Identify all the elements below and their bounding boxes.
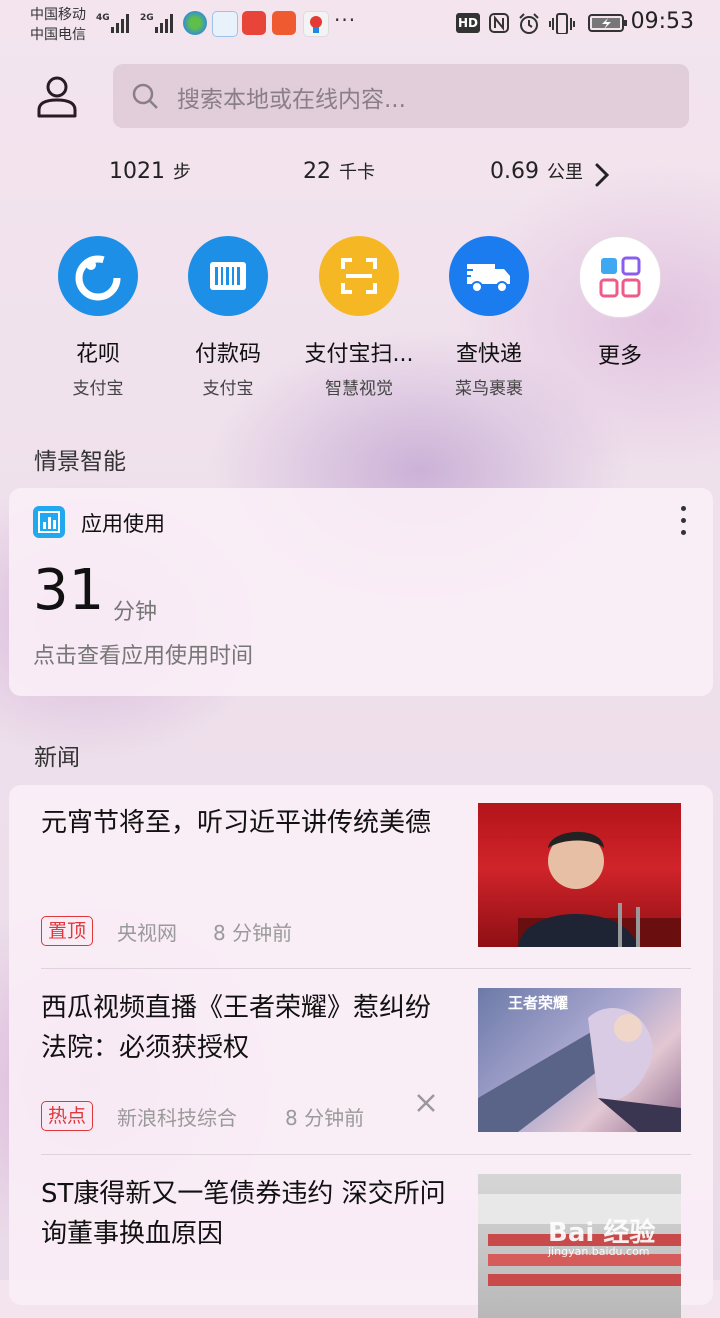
distance-unit: 公里 — [546, 162, 583, 183]
network-4g-label: 4G — [96, 13, 110, 23]
shortcut-title: 支付宝扫... — [304, 342, 414, 367]
steps-value: 1021 — [109, 159, 165, 184]
user-profile-icon[interactable] — [34, 74, 80, 120]
shortcut-subtitle: 菜鸟裹裹 — [455, 379, 523, 399]
app-notification-icon — [212, 11, 238, 37]
divider — [41, 1154, 691, 1155]
news-item[interactable]: 西瓜视频直播《王者荣耀》惹纠纷 法院：必须获授权 热点 新浪科技综合 8 分钟前… — [41, 970, 691, 1132]
news-item[interactable]: 元宵节将至，听习近平讲传统美德 置顶 央视网 8 分钟前 — [41, 785, 691, 947]
calories-stat: 22 千卡 — [303, 158, 375, 184]
huabei-icon — [58, 236, 138, 316]
signal-bars-icon — [111, 13, 133, 33]
news-source: 央视网 — [117, 921, 177, 945]
calories-unit: 千卡 — [339, 162, 375, 183]
news-time: 8 分钟前 — [285, 1106, 365, 1130]
watermark-main: Bai 经验 — [548, 1218, 656, 1248]
watermark-url: jingyan.baidu.com — [548, 1245, 650, 1258]
card-title: 应用使用 — [81, 512, 165, 536]
carrier-labels: 中国移动 中国电信 — [30, 5, 86, 45]
news-time: 8 分钟前 — [213, 921, 293, 945]
shortcut-subtitle: 支付宝 — [202, 379, 254, 399]
shortcut-title: 查快递 — [455, 342, 522, 367]
shortcut-title: 花呗 — [75, 342, 120, 367]
pinned-tag: 置顶 — [41, 916, 94, 946]
steps-unit: 步 — [173, 162, 191, 183]
game-logo-text: 王者荣耀 — [508, 994, 569, 1012]
shortcut-alipay-scan[interactable]: 支付宝扫... 智慧视觉 — [294, 236, 424, 399]
shortcut-title: 付款码 — [194, 342, 261, 367]
shortcut-payment-code[interactable]: 付款码 支付宝 — [163, 236, 293, 399]
news-thumbnail: 王者荣耀 — [478, 988, 681, 1132]
shortcut-subtitle: 智慧视觉 — [325, 379, 393, 399]
delivery-truck-icon — [449, 236, 529, 316]
news-source: 新浪科技综合 — [117, 1106, 237, 1130]
news-section-title: 新闻 — [34, 745, 80, 771]
barcode-icon — [188, 236, 268, 316]
usage-description: 点击查看应用使用时间 — [33, 644, 254, 669]
distance-value: 0.69 — [490, 159, 539, 184]
bar-chart-icon — [33, 506, 65, 538]
vibrate-icon — [549, 13, 575, 34]
search-icon — [132, 83, 158, 109]
clock: 09:53 — [630, 9, 694, 34]
calories-value: 22 — [303, 159, 331, 184]
smart-section-title: 情景智能 — [34, 449, 126, 475]
search-placeholder: 搜索本地或在线内容... — [177, 87, 406, 113]
health-stats[interactable]: 1021 步 22 千卡 0.69 公里 — [0, 158, 720, 194]
search-bar[interactable]: 搜索本地或在线内容... — [113, 64, 689, 128]
signal-bars-2-icon — [155, 13, 177, 33]
news-title: ST康得新又一笔债券违约 深交所问询董事换血原因 — [41, 1179, 446, 1249]
shortcut-more[interactable]: 更多 — [555, 236, 685, 396]
nfc-icon — [489, 13, 509, 33]
steps-stat: 1021 步 — [109, 158, 191, 184]
battery-charging-icon — [588, 14, 627, 32]
carrier-2: 中国电信 — [30, 27, 86, 43]
scan-icon — [319, 236, 399, 316]
hd-icon: HD — [456, 13, 480, 33]
grid-apps-icon — [579, 236, 661, 318]
browser-app-icon — [183, 11, 207, 35]
news-thumbnail — [478, 803, 681, 947]
baidu-jingyan-watermark: Bai 经验 jingyan.baidu.com — [548, 1212, 655, 1258]
carrier-1: 中国移动 — [30, 7, 86, 23]
shortcut-title: 更多 — [597, 344, 642, 369]
close-icon[interactable] — [415, 1092, 437, 1114]
chevron-right-icon[interactable] — [592, 160, 612, 190]
divider — [41, 968, 691, 969]
hot-tag: 热点 — [41, 1101, 94, 1131]
usage-value: 31 — [33, 558, 105, 623]
alarm-icon — [519, 13, 539, 34]
news-app-icon — [242, 11, 266, 35]
app-usage-card[interactable]: 应用使用 31 分钟 点击查看应用使用时间 — [9, 488, 713, 696]
more-notifications-icon: ··· — [334, 8, 357, 32]
news-title: 元宵节将至，听习近平讲传统美德 — [41, 808, 432, 838]
maps-app-icon — [303, 11, 329, 37]
distance-stat: 0.69 公里 — [490, 158, 583, 184]
shortcut-huabei[interactable]: 花呗 支付宝 — [33, 236, 163, 399]
usage-unit: 分钟 — [113, 600, 158, 625]
status-bar: 中国移动 中国电信 4G 2G ··· HD 09:53 — [0, 0, 720, 50]
news-title: 西瓜视频直播《王者荣耀》惹纠纷 法院：必须获授权 — [41, 993, 432, 1063]
shortcut-express-delivery[interactable]: 查快递 菜鸟裹裹 — [424, 236, 554, 399]
network-2g-label: 2G — [140, 13, 154, 23]
shortcut-subtitle: 支付宝 — [72, 379, 124, 399]
shopping-app-icon — [272, 11, 296, 35]
more-options-icon[interactable] — [677, 504, 689, 538]
